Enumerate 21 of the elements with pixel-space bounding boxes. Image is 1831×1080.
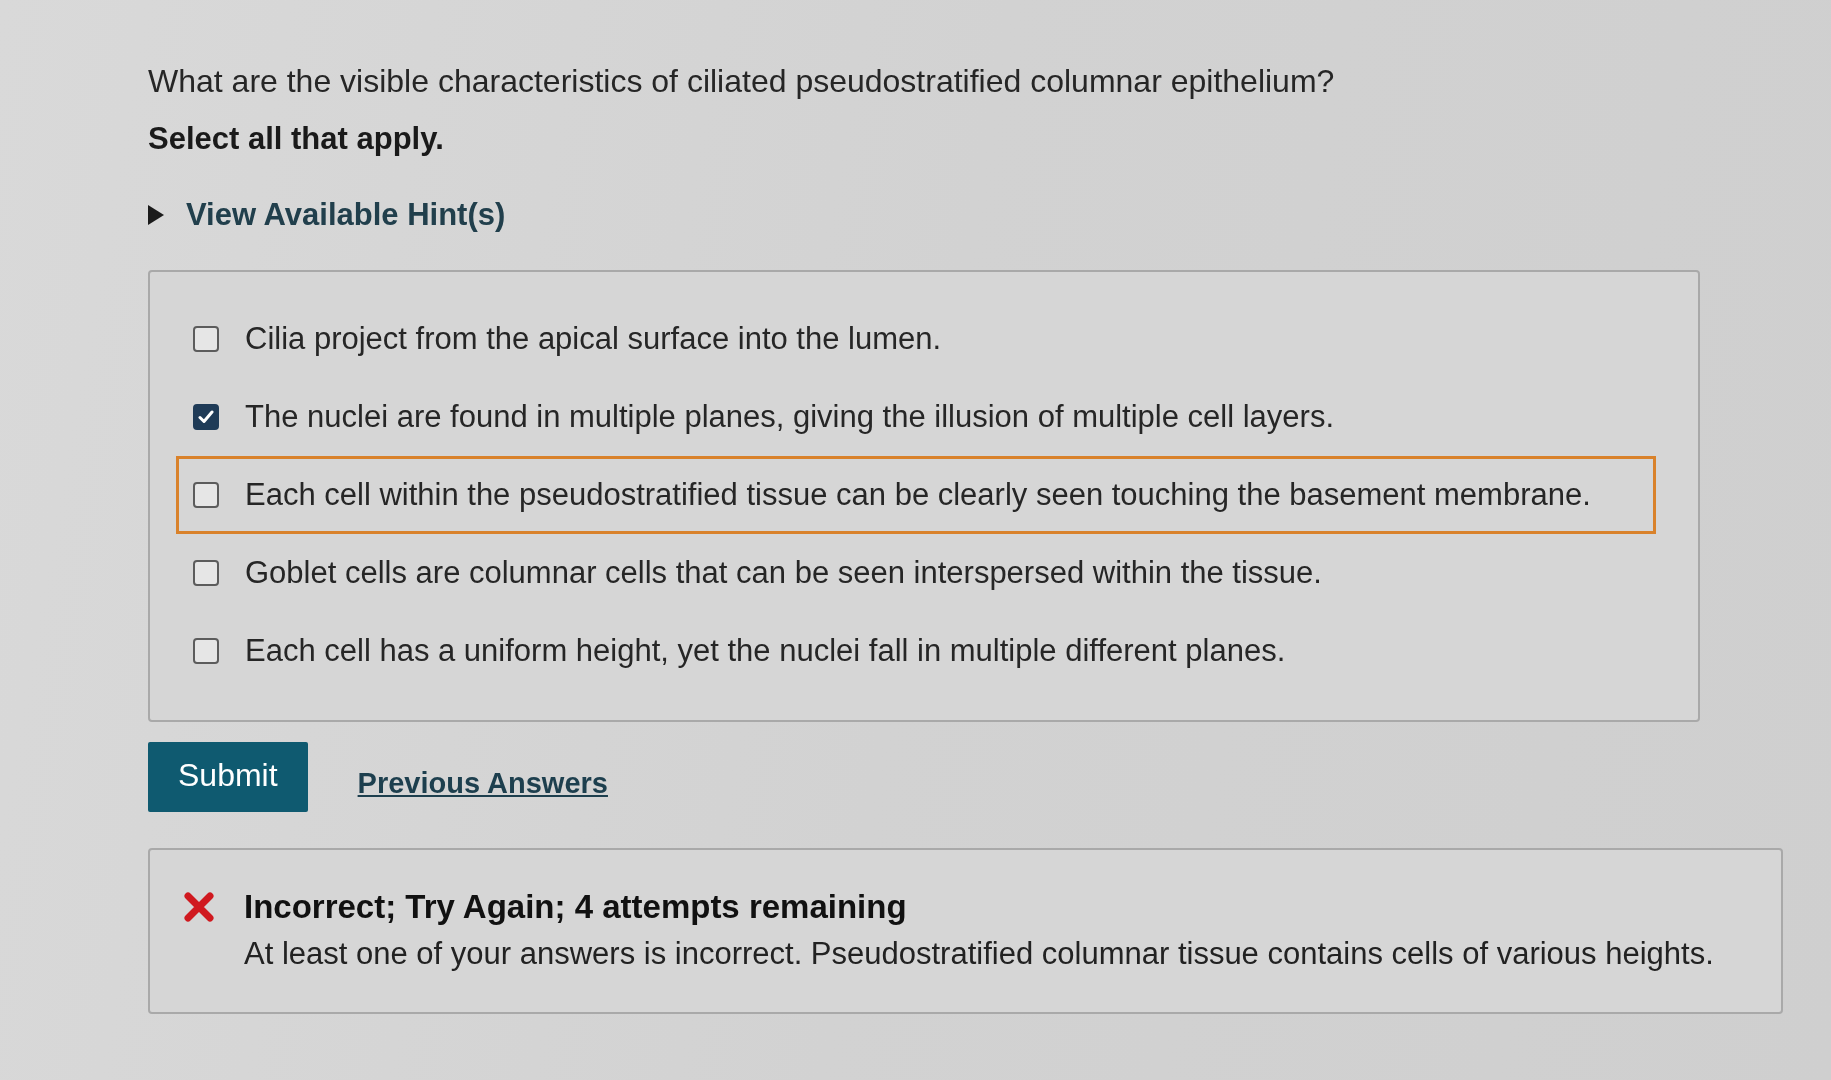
option-label[interactable]: Each cell within the pseudostratified tissue can be clearly seen touching the basement membrane. bbox=[245, 476, 1591, 514]
checkbox[interactable] bbox=[193, 326, 219, 352]
option-label[interactable]: The nuclei are found in multiple planes, giving the illusion of multiple cell layers. bbox=[245, 398, 1335, 436]
check-icon bbox=[198, 410, 214, 424]
hint-link[interactable]: View Available Hint(s) bbox=[186, 196, 506, 234]
checkbox[interactable] bbox=[193, 482, 219, 508]
feedback-message: At least one of your answers is incorrect. Pseudostratified columnar tissue contains cells of various heights. bbox=[244, 936, 1714, 972]
question-text: What are the visible characteristics of ciliated pseudostratified columnar epithelium? bbox=[148, 62, 1335, 100]
cross-icon bbox=[184, 892, 214, 922]
checkbox[interactable] bbox=[193, 638, 219, 664]
checkbox[interactable] bbox=[193, 404, 219, 430]
option-label[interactable]: Each cell has a uniform height, yet the nuclei fall in multiple different planes. bbox=[245, 632, 1286, 670]
caret-right-icon[interactable] bbox=[148, 205, 164, 225]
checkbox[interactable] bbox=[193, 560, 219, 586]
option-label[interactable]: Cilia project from the apical surface into the lumen. bbox=[245, 320, 942, 358]
focused-option-outline[interactable]: Each cell within the pseudostratified tissue can be clearly seen touching the basement membrane. bbox=[176, 456, 1656, 534]
submit-button[interactable]: Submit bbox=[148, 742, 308, 812]
instruction-text: Select all that apply. bbox=[148, 120, 444, 158]
feedback-title: Incorrect; Try Again; 4 attempts remaining bbox=[244, 888, 908, 926]
option-label[interactable]: Goblet cells are columnar cells that can be seen interspersed within the tissue. bbox=[245, 554, 1322, 592]
previous-answers-link[interactable]: Previous Answers bbox=[357, 766, 608, 800]
